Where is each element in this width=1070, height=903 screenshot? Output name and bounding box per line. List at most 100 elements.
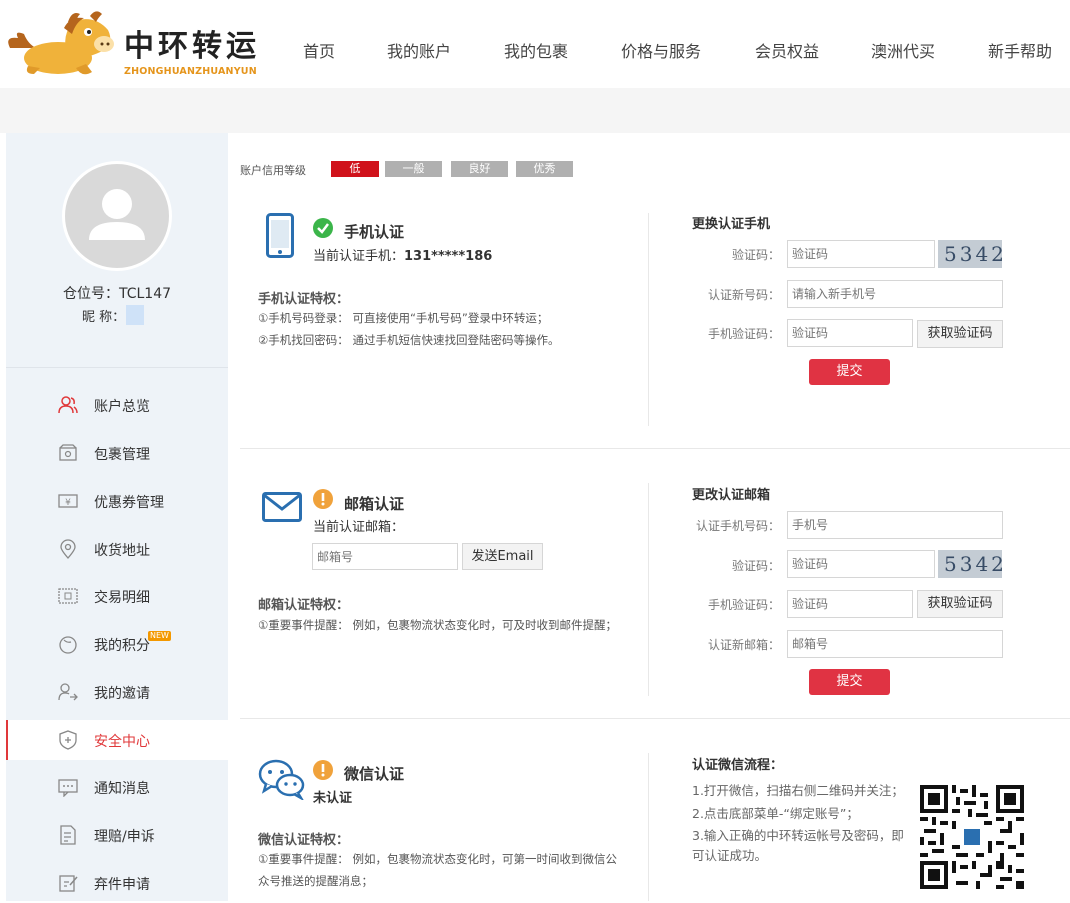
new-email-label: 认证新邮箱： — [707, 638, 780, 652]
phone-captcha-input[interactable] — [787, 240, 935, 268]
wechat-step: 2.点击底部菜单-“绑定账号”； — [692, 806, 859, 821]
phone-auth-status: 当前认证手机：131*****186 — [313, 245, 492, 264]
location-pin-icon — [60, 539, 76, 559]
captcha-image-text: 5342 — [944, 552, 1002, 576]
new-badge: NEW — [148, 631, 171, 641]
main-nav: 首页 我的账户 我的包裹 价格与服务 会员权益 澳洲代买 新手帮助 — [0, 40, 1070, 64]
captcha-image[interactable]: 5342 — [938, 550, 1002, 578]
sidebar-item-my-points[interactable]: 我的积分 NEW — [6, 624, 228, 664]
phone-status-value: 131*****186 — [404, 249, 493, 264]
credit-level-excellent: 优秀 — [516, 161, 573, 177]
wechat-privilege-item: ①重要事件提醒： 例如，包裹物流状态变化时，可第一时间收到微信公众号推送的提醒消… — [258, 852, 617, 888]
email-sms-code-input[interactable] — [787, 590, 913, 618]
email-captcha-label: 验证码： — [731, 559, 780, 573]
sidebar-item-shipping-address[interactable]: 收货地址 — [6, 529, 228, 569]
phone-auth-title: 手机认证 — [344, 223, 405, 241]
edit-form-icon — [59, 875, 78, 892]
sidebar-item-security-center[interactable]: 安全中心 — [6, 720, 228, 760]
email-privileges-title: 邮箱认证特权： — [258, 598, 350, 613]
sidebar-item-label: 优惠券管理 — [94, 495, 164, 511]
sidebar-item-transaction-details[interactable]: 交易明细 — [6, 576, 228, 616]
sidebar-item-account-overview[interactable]: 账户总览 — [6, 385, 228, 425]
shield-icon — [59, 730, 77, 750]
nickname-value-redacted — [126, 305, 144, 325]
section-divider — [240, 448, 1070, 449]
phone-icon — [266, 213, 294, 258]
check-circle-icon — [313, 218, 333, 238]
new-email-input[interactable] — [787, 630, 1003, 658]
package-icon — [59, 444, 77, 461]
email-captcha-input[interactable] — [787, 550, 935, 578]
email-phone-input[interactable] — [787, 511, 1003, 539]
wechat-privileges-title: 微信认证特权： — [258, 833, 350, 848]
phone-sms-code-input[interactable] — [787, 319, 913, 347]
wechat-qr-code[interactable] — [920, 785, 1024, 889]
sidebar-item-label: 弃件申请 — [94, 877, 150, 893]
nav-beginner-help[interactable]: 新手帮助 — [988, 40, 1052, 64]
header-band — [0, 88, 1070, 133]
security-main: 账户信用等级 低 一般 良好 优秀 手机认证 当前认证手机：131*****18… — [228, 133, 1070, 901]
email-privilege-item: ①重要事件提醒： 例如，包裹物流状态变化时，可及时收到邮件提醒； — [258, 618, 617, 632]
sidebar-item-label: 账户总览 — [94, 399, 150, 415]
email-submit-button[interactable]: 提交 — [809, 669, 890, 695]
credit-level-label: 账户信用等级 — [240, 164, 306, 177]
envelope-icon — [262, 492, 302, 522]
wechat-step: 1.打开微信，扫描右侧二维码并关注； — [692, 783, 904, 798]
captcha-image[interactable]: 5342 — [938, 240, 1002, 268]
nickname-label: 昵 称： — [82, 310, 126, 325]
wechat-auth-title: 微信认证 — [344, 765, 405, 783]
sidebar-item-label: 交易明细 — [94, 590, 150, 606]
sidebar-item-label: 通知消息 — [94, 781, 150, 797]
wechat-auth-status: 未认证 — [313, 791, 353, 806]
sidebar-item-my-invitations[interactable]: 我的邀请 — [6, 672, 228, 712]
phone-status-prefix: 当前认证手机： — [313, 249, 405, 264]
column-divider — [648, 483, 649, 696]
sidebar-item-label: 理赔/申诉 — [94, 829, 155, 845]
email-auth-title: 邮箱认证 — [344, 495, 405, 513]
wechat-icon — [258, 759, 305, 800]
nav-australia-purchase[interactable]: 澳洲代买 — [871, 40, 935, 64]
email-sms-label: 手机验证码： — [707, 598, 780, 612]
sidebar-item-label: 收货地址 — [94, 543, 150, 559]
sidebar-divider — [6, 367, 228, 368]
site-header: 中环转运 ZHONGHUANZHUANYUN 首页 我的账户 我的包裹 价格与服… — [0, 0, 1070, 88]
sidebar-item-coupon-management[interactable]: ¥ 优惠券管理 — [6, 481, 228, 521]
sidebar-item-package-management[interactable]: 包裹管理 — [6, 433, 228, 473]
credit-level-low: 低 — [331, 161, 379, 177]
phone-submit-button[interactable]: 提交 — [809, 359, 890, 385]
sidebar-item-label: 我的积分 — [94, 638, 150, 654]
section-divider — [240, 718, 1070, 719]
change-email-title: 更改认证邮箱 — [692, 488, 771, 503]
warning-circle-icon — [313, 760, 333, 780]
wechat-flow-title: 认证微信流程： — [692, 758, 784, 773]
nav-my-packages[interactable]: 我的包裹 — [504, 40, 568, 64]
email-get-code-button[interactable]: 获取验证码 — [917, 590, 1003, 618]
nav-member-benefits[interactable]: 会员权益 — [755, 40, 819, 64]
phone-get-code-button[interactable]: 获取验证码 — [917, 320, 1003, 348]
phone-privilege-item: ②手机找回密码： 通过手机短信快速找回登陆密码等操作。 — [258, 333, 560, 347]
sidebar-item-notifications[interactable]: 通知消息 — [6, 767, 228, 807]
nav-pricing-services[interactable]: 价格与服务 — [621, 40, 701, 64]
coupon-icon: ¥ — [58, 494, 78, 508]
email-input[interactable] — [312, 543, 458, 570]
logo-text-en: ZHONGHUANZHUANYUN — [124, 66, 257, 77]
column-divider — [648, 753, 649, 901]
svg-text:¥: ¥ — [65, 498, 71, 508]
credit-level-good: 良好 — [451, 161, 508, 177]
nav-my-account[interactable]: 我的账户 — [387, 40, 451, 64]
sidebar-item-label: 包裹管理 — [94, 447, 150, 463]
sidebar-item-abandon-request[interactable]: 弃件申请 — [6, 863, 228, 903]
phone-privilege-item: ①手机号码登录： 可直接使用“手机号码”登录中环转运； — [258, 311, 549, 325]
email-auth-status: 当前认证邮箱： — [313, 520, 405, 535]
change-phone-title: 更换认证手机 — [692, 217, 771, 232]
send-email-button[interactable]: 发送Email — [462, 543, 543, 570]
users-icon — [58, 396, 78, 414]
warehouse-number: 仓位号：TCL147 — [62, 286, 172, 302]
nav-home[interactable]: 首页 — [303, 40, 335, 64]
avatar[interactable] — [62, 161, 172, 271]
sidebar: 仓位号：TCL147 昵 称： 账户总览 包裹管理 ¥ 优惠券管理 收货地址 交… — [6, 133, 228, 901]
sidebar-item-claims-appeals[interactable]: 理赔/申诉 — [6, 815, 228, 855]
new-phone-input[interactable] — [787, 280, 1003, 308]
points-icon — [59, 636, 77, 654]
email-phone-label: 认证手机号码： — [695, 519, 780, 533]
